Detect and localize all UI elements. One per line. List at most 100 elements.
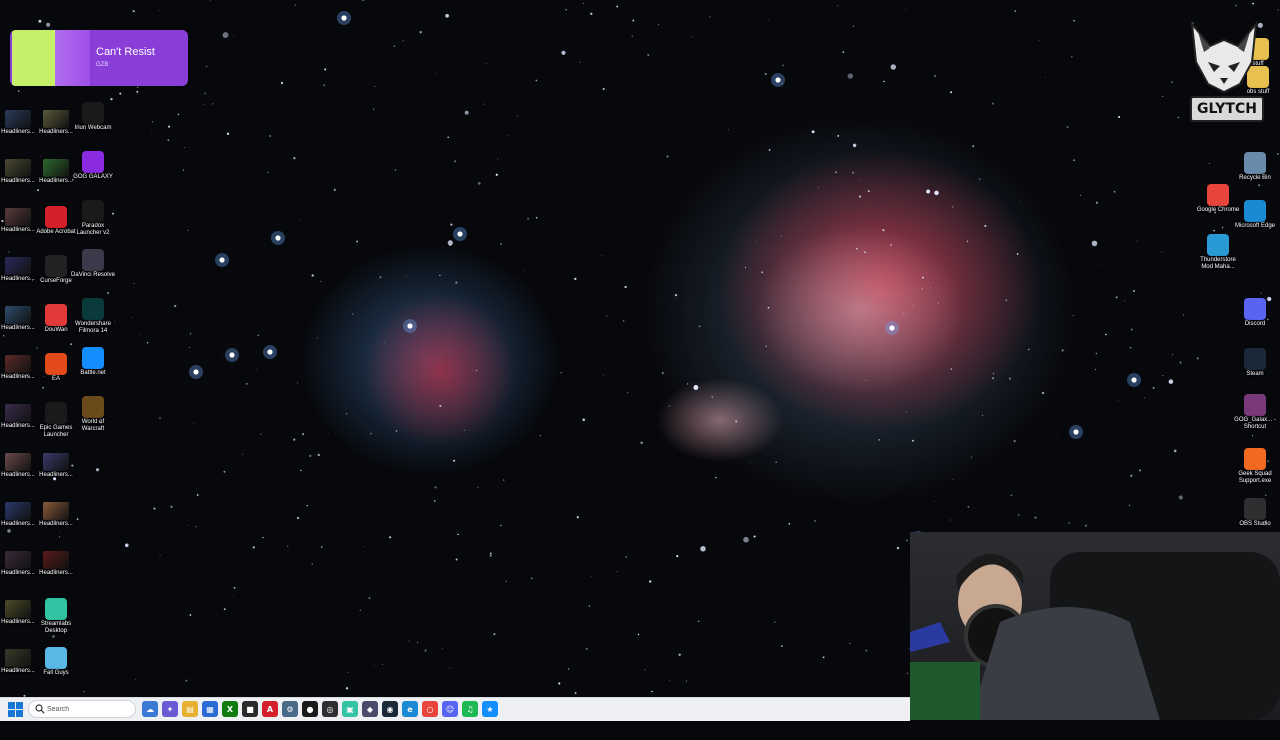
shortcut-thumbnail-icon [43,110,69,128]
desktop-icon-fall-guys[interactable]: Fall Guys [36,645,76,691]
desktop-icon-battle-net[interactable]: Battle.net [73,345,113,391]
desktop-icon-label: OBS Studio [1239,521,1271,527]
desktop-icon-headliners[interactable]: Headliners... [0,155,38,201]
edge-taskbar-icon[interactable]: e [402,701,418,717]
desktop-icon-wondershare-filmora-14[interactable]: Wondershare Filmora 14 [73,296,113,342]
desktop-icon-label: Paradox Launcher v2 [76,223,110,236]
desktop-icon-adobe-acrobat[interactable]: Adobe Acrobat [36,204,76,250]
desktop-icon-discord[interactable]: Discord [1235,296,1275,342]
desktop-icon-headliners[interactable]: Headliners... [36,547,76,593]
media-artist: GZB [96,62,109,68]
windows-start-icon[interactable] [8,702,23,717]
shortcut-thumbnail-icon [5,502,31,520]
shortcut-thumbnail-icon [43,502,69,520]
widgets-icon[interactable]: ☁ [142,701,158,717]
shortcut-thumbnail-icon [43,551,69,569]
desktop-icon-geek-squad-support-exe[interactable]: Geek Squad Support.exe [1235,446,1275,492]
desktop-icon-headliners[interactable]: Headliners... [0,645,38,691]
fallguys-icon [45,647,67,669]
desktop-icon-davinci-resolve[interactable]: DaVinci Resolve [71,247,115,293]
chrome-taskbar-icon[interactable]: ○ [422,701,438,717]
desktop-icon-headliners[interactable]: Headliners... [0,253,38,299]
desktop-icon-label: GOG GALAXY [73,174,113,180]
desktop-icon-headliners[interactable]: Headliners... [0,400,38,446]
desktop-icon-headliners[interactable]: Headliners... [0,547,38,593]
media-notification[interactable]: Can't Resist GZB [10,30,188,86]
desktop-icon-headliners[interactable]: Headliners... [0,302,38,348]
shortcut-thumbnail-icon [5,453,31,471]
taskbar-search-box[interactable] [28,700,136,718]
shortcut-thumbnail-icon [5,159,31,177]
filmora-icon [82,298,104,320]
desktop-icon-headliners[interactable]: Headliners... [0,449,38,495]
media-icon[interactable]: ● [302,701,318,717]
gog-shortcut-icon [1244,394,1266,416]
desktop-icon-label: Iriun Webcam [74,125,112,131]
desktop-icon-label: DaVinci Resolve [71,272,115,278]
copilot-icon[interactable]: ✦ [162,701,178,717]
desktop-icon-label: World of Warcraft [81,419,105,432]
store-icon[interactable]: ▦ [202,701,218,717]
desktop-icon-headliners[interactable]: Headliners... [36,155,76,201]
app-icon-2[interactable]: ◆ [362,701,378,717]
desktop-icon-ea[interactable]: EA [36,351,76,397]
edge-icon [1244,200,1266,222]
search-input[interactable] [47,702,127,716]
glytch-logo-text: GLYTCH [1190,96,1264,122]
taskbar: ☁✦▤▦X■A⚙●◎▣◆◉e○☺♫★ [0,697,910,721]
acrobat-icon [45,206,67,228]
desktop-icon-world-of-warcraft[interactable]: World of Warcraft [73,394,113,440]
desktop-icon-headliners[interactable]: Headliners... [0,498,38,544]
desktop-icon-label: Google Chrome [1196,207,1240,213]
desktop-icon-label: Discord [1244,321,1266,327]
desktop-icon-microsoft-edge[interactable]: Microsoft Edge [1235,198,1275,244]
shortcut-thumbnail-icon [43,159,69,177]
xbox-icon[interactable]: X [222,701,238,717]
desktop-icon-label: Headliners... [39,521,73,527]
desktop-icon-iriun-webcam[interactable]: Iriun Webcam [73,100,113,146]
obs-taskbar-icon[interactable]: ◎ [322,701,338,717]
shortcut-thumbnail-icon [5,404,31,422]
desktop-icon-streamlabs-desktop[interactable]: Streamlabs Desktop [36,596,76,642]
desktop-icon-douwan[interactable]: DouWan [36,302,76,348]
geek-squad-icon [1244,448,1266,470]
desktop-icon-headliners[interactable]: Headliners... [0,596,38,642]
acrobat-taskbar-icon[interactable]: A [262,701,278,717]
file-explorer-icon[interactable]: ▤ [182,701,198,717]
steam-taskbar-icon[interactable]: ◉ [382,701,398,717]
desktop-icon-headliners[interactable]: Headliners... [36,498,76,544]
desktop-icon-label: Geek Squad Support.exe [1238,471,1272,484]
app-icon[interactable]: ■ [242,701,258,717]
battlenet-icon [82,347,104,369]
discord-taskbar-icon[interactable]: ☺ [442,701,458,717]
anvil-icon [45,255,67,277]
desktop-icon-paradox-launcher-v2[interactable]: Paradox Launcher v2 [73,198,113,244]
desktop-icon-google-chrome[interactable]: Google Chrome [1196,182,1240,228]
desktop-icon-label: CurseForge [40,278,72,284]
ea-icon [45,353,67,375]
desktop-icon-label: Battle.net [80,370,106,376]
desktop-icon-headliners[interactable]: Headliners... [0,106,38,152]
desktop-icon-headliners[interactable]: Headliners... [0,204,38,250]
battlenet-taskbar-icon[interactable]: ★ [482,701,498,717]
desktop-icon-headliners[interactable]: Headliners... [36,449,76,495]
gog-icon [82,151,104,173]
desktop-icon-recycle-bin[interactable]: Recycle Bin [1235,150,1275,196]
wow-icon [82,396,104,418]
desktop-icon-label: Thunderstore Mod Maha... [1200,257,1236,270]
shortcut-thumbnail-icon [5,355,31,373]
desktop-icon-gog-galaxy[interactable]: GOG GALAXY [73,149,113,195]
streamlabs-taskbar-icon[interactable]: ▣ [342,701,358,717]
desktop-icon-label: Headliners... [39,570,73,576]
desktop-icon-steam[interactable]: Steam [1235,346,1275,392]
desktop-icon-headliners[interactable]: Headliners... [36,106,76,152]
desktop-icon-epic-games-launcher[interactable]: Epic Games Launcher [36,400,76,446]
desktop-icon-curseforge[interactable]: CurseForge [36,253,76,299]
desktop-icon-thunderstore-mod-maha[interactable]: Thunderstore Mod Maha... [1198,232,1238,278]
desktop-icon-headliners[interactable]: Headliners... [0,351,38,397]
shortcut-thumbnail-icon [5,551,31,569]
settings-icon[interactable]: ⚙ [282,701,298,717]
spotify-icon[interactable]: ♫ [462,701,478,717]
shortcut-thumbnail-icon [5,110,31,128]
desktop-icon-gog-galax-shortcut[interactable]: GOG_Galax... - Shortcut [1234,392,1276,438]
